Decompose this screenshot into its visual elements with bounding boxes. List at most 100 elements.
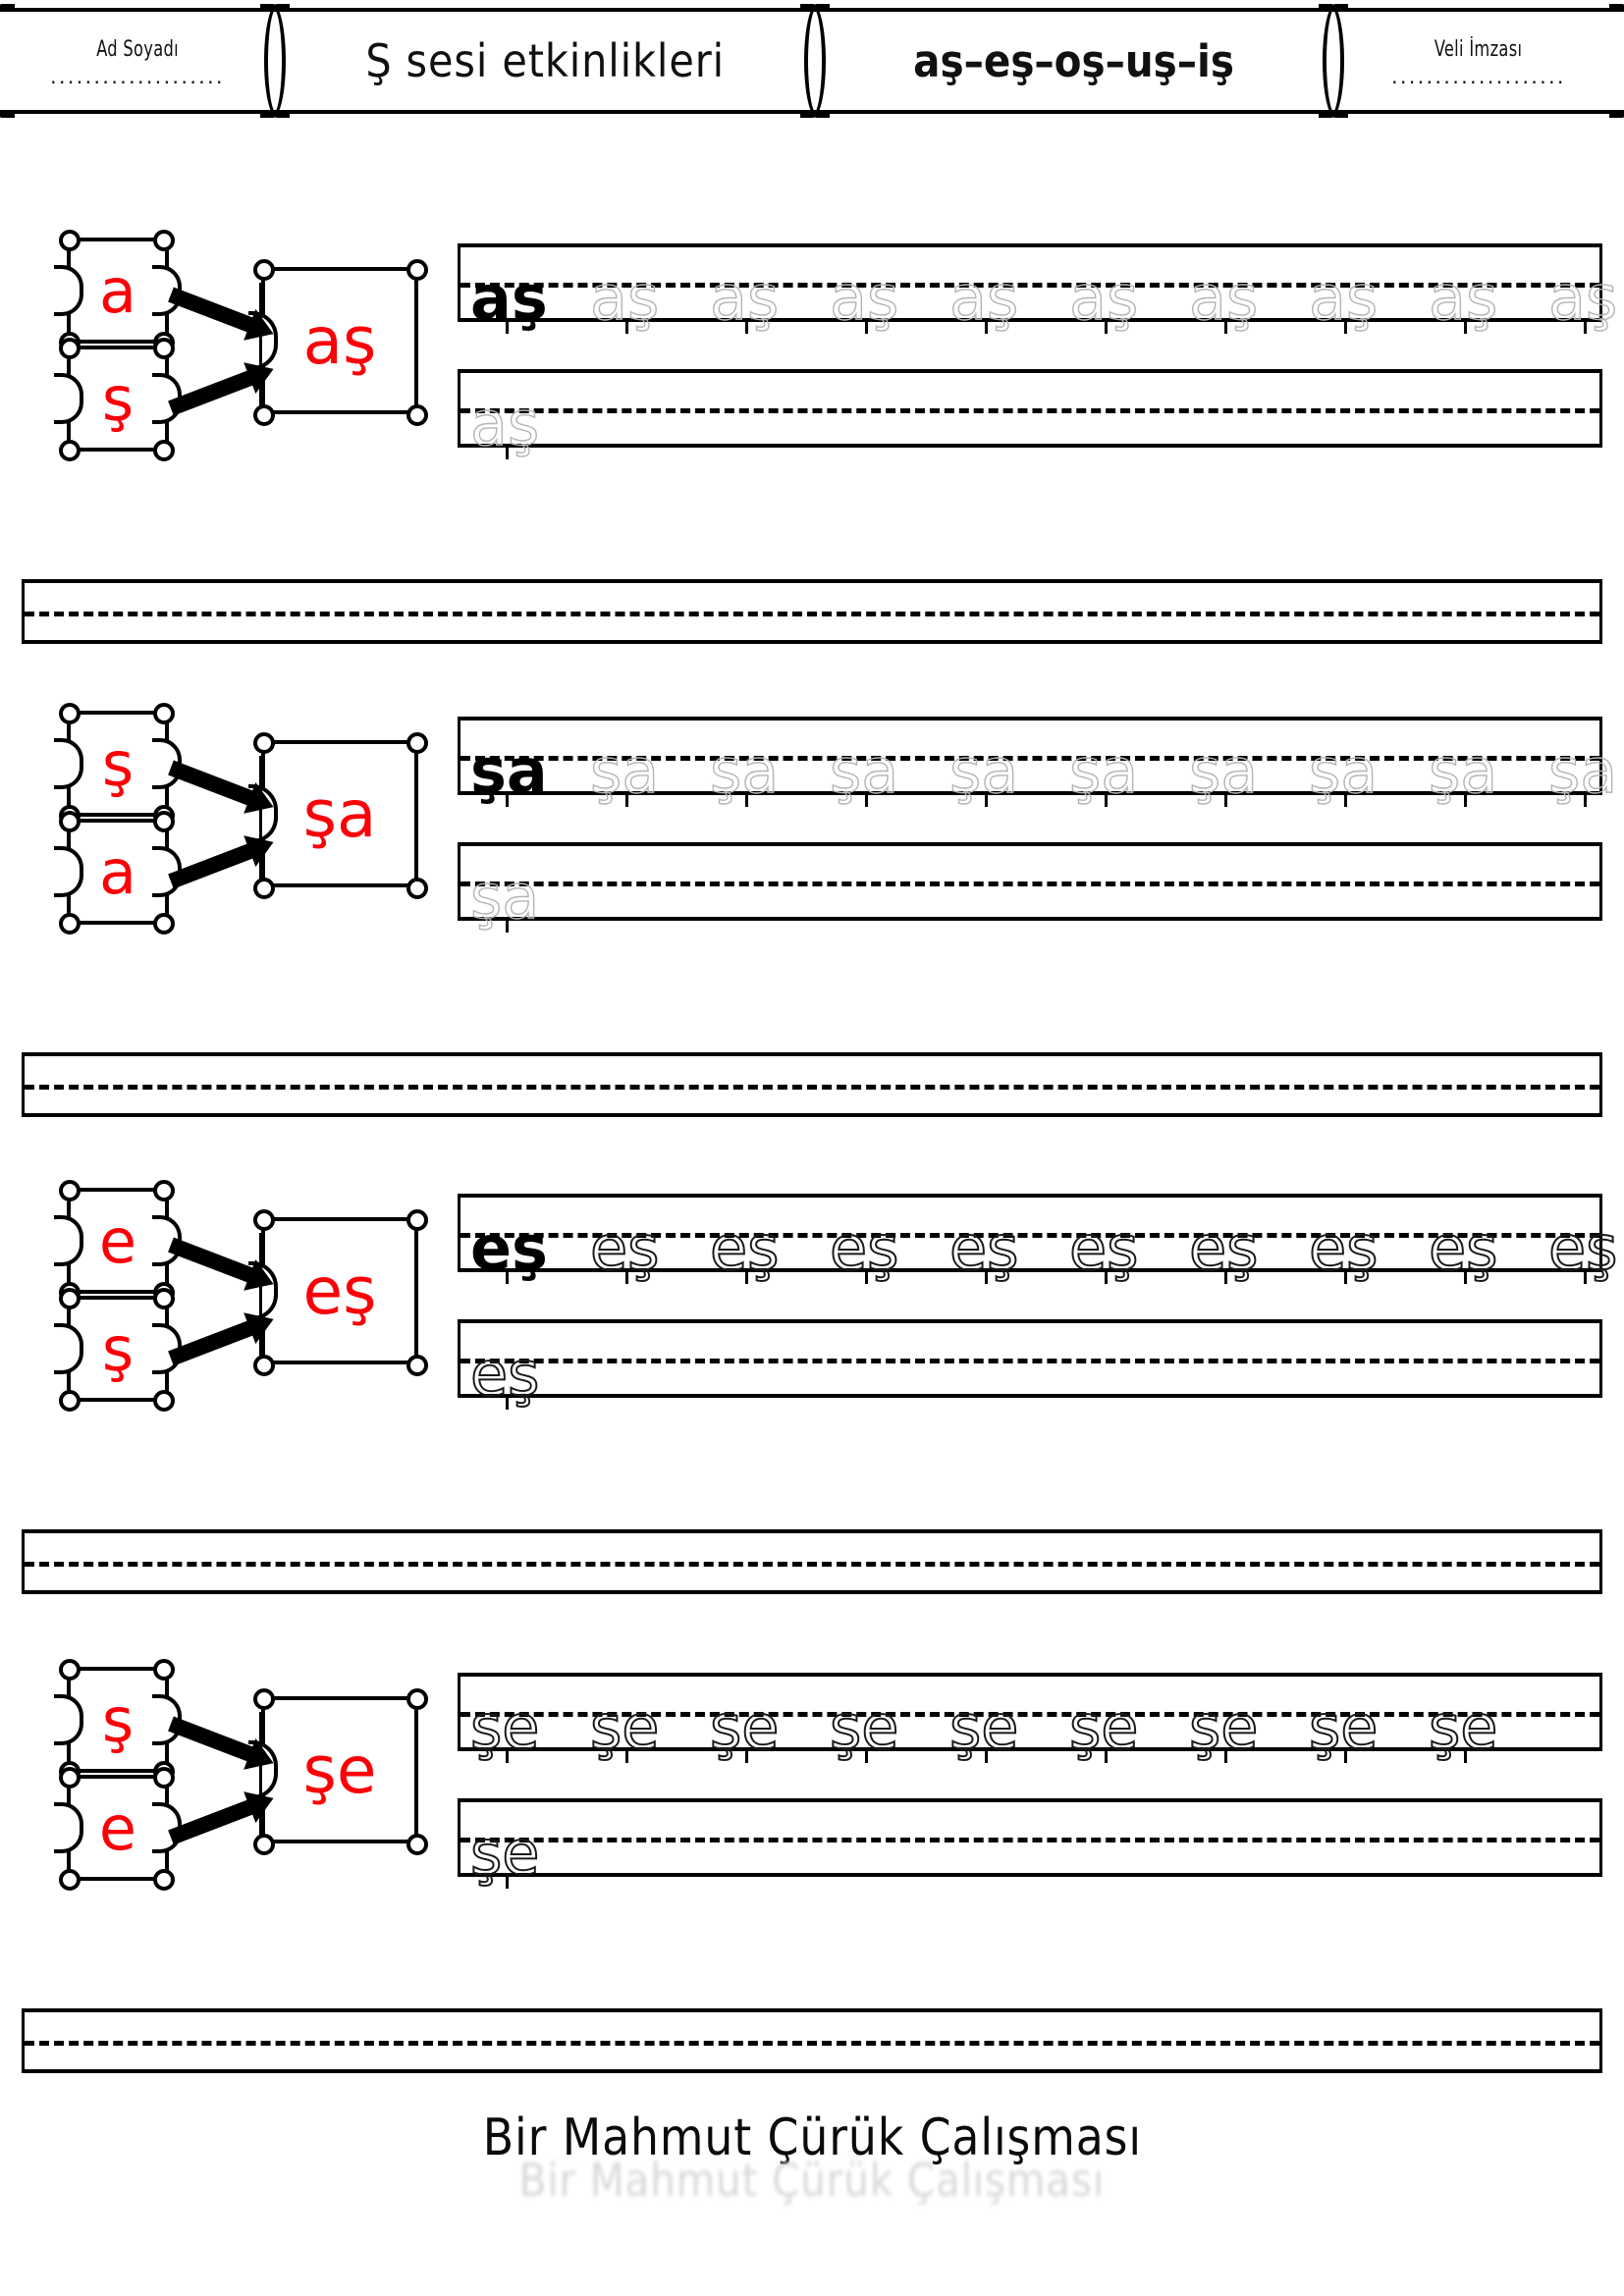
practice-line[interactable]: [22, 2008, 1602, 2073]
writing-line[interactable]: şa: [458, 842, 1602, 933]
baseline-tick: [1429, 1747, 1548, 1765]
puzzle-corner-nib: [59, 1390, 81, 1412]
puzzle-corner-nib: [406, 1355, 428, 1376]
combine-arrow-top: [168, 1716, 258, 1764]
puzzle-corner-nib: [153, 703, 175, 724]
puzzle-corner-nib: [253, 1209, 275, 1231]
writing-line-glyphs: şa: [460, 846, 1599, 928]
baseline-tick: [830, 318, 949, 336]
puzzle-corner-nib: [253, 732, 275, 754]
puzzle-piece-top[interactable]: ş: [67, 711, 169, 817]
baseline-ticks: [460, 1747, 1599, 1765]
baseline-tick: [1189, 318, 1309, 336]
practice-line[interactable]: [22, 579, 1602, 644]
activity-row: e ş eş eş eş eş eş eş eş eş eş eş eş eş: [0, 1176, 1624, 1421]
puzzle-corner-nib: [59, 1659, 81, 1681]
syllable-list: aş–eş–oş–uş–iş: [913, 34, 1235, 87]
puzzle-corner-nib: [59, 338, 81, 359]
worksheet-footer: Bir Mahmut Çürük Çalışması Bir Mahmut Çü…: [0, 2109, 1624, 2207]
baseline-tick: [590, 1268, 710, 1286]
puzzle-piece-top[interactable]: a: [67, 238, 169, 344]
puzzle-corner-nib: [153, 1869, 175, 1891]
baseline-tick: [470, 1873, 590, 1891]
puzzle-corner-nib: [406, 259, 428, 281]
puzzle-piece-bottom[interactable]: ş: [67, 346, 169, 452]
puzzle-corner-nib: [153, 230, 175, 251]
baseline-tick: [1548, 791, 1624, 809]
baseline-ticks: [460, 318, 1599, 336]
writing-line[interactable]: eş: [458, 1319, 1602, 1410]
practice-line[interactable]: [22, 1052, 1602, 1117]
writing-line[interactable]: şe şe şe şe şe şe şe şe şe: [458, 1673, 1602, 1763]
baseline-tick: [1548, 1268, 1624, 1286]
baseline-ticks: [460, 791, 1599, 809]
baseline-tick: [470, 444, 590, 461]
practice-line[interactable]: [22, 1529, 1602, 1594]
baseline-tick: [470, 917, 590, 934]
baseline-tick: [949, 318, 1069, 336]
baseline-tick: [1189, 791, 1309, 809]
baseline-tick: [470, 318, 590, 336]
puzzle-corner-nib: [59, 1180, 81, 1201]
baseline-tick: [1548, 318, 1624, 336]
activity-row: ş a şa şa şa şa şa şa şa şa şa şa şa şa: [0, 699, 1624, 944]
writing-line-glyphs: aş: [460, 373, 1599, 454]
puzzle-corner-nib: [59, 1869, 81, 1891]
puzzle-corner-nib: [406, 878, 428, 899]
writing-line-glyphs: şa şa şa şa şa şa şa şa şa şa: [460, 721, 1618, 802]
header-signature-field[interactable]: Veli İmzası ....................: [1333, 8, 1624, 114]
puzzle-corner-nib: [253, 1355, 275, 1376]
footer-credit-shadow: Bir Mahmut Çürük Çalışması: [518, 2154, 1106, 2207]
baseline-tick: [590, 791, 710, 809]
puzzle-corner-nib: [153, 338, 175, 359]
puzzle-corner-nib: [253, 259, 275, 281]
baseline-ticks: [460, 444, 1599, 461]
puzzle-corner-nib: [153, 1767, 175, 1789]
baseline-tick: [830, 1747, 949, 1765]
puzzle-piece-bottom[interactable]: ş: [67, 1296, 169, 1402]
puzzle-piece-bottom[interactable]: e: [67, 1775, 169, 1881]
worksheet-page: Ad Soyadı .................... Ş sesi et…: [0, 0, 1624, 2296]
puzzle-corner-nib: [59, 440, 81, 461]
baseline-tick: [949, 1747, 1069, 1765]
writing-line[interactable]: aş: [458, 369, 1602, 459]
puzzle-corner-nib: [253, 1834, 275, 1855]
puzzle-piece-result[interactable]: eş: [261, 1217, 418, 1364]
writing-line[interactable]: şe: [458, 1798, 1602, 1889]
puzzle-corner-nib: [153, 1288, 175, 1309]
baseline-tick: [1309, 1268, 1429, 1286]
baseline-tick: [949, 791, 1069, 809]
puzzle-piece-result[interactable]: şa: [261, 740, 418, 887]
writing-line[interactable]: eş eş eş eş eş eş eş eş eş eş: [458, 1194, 1618, 1284]
baseline-tick: [710, 1268, 830, 1286]
baseline-tick: [1309, 1747, 1429, 1765]
puzzle-corner-nib: [253, 878, 275, 899]
writing-line[interactable]: şa şa şa şa şa şa şa şa şa şa: [458, 717, 1618, 807]
puzzle-corner-nib: [253, 404, 275, 426]
syllable-puzzle: ş e şe: [47, 1655, 430, 1891]
puzzle-corner-nib: [406, 1834, 428, 1855]
writing-line-glyphs: eş: [460, 1323, 1599, 1406]
signature-label: Veli İmzası: [1435, 37, 1523, 63]
writing-line[interactable]: aş aş aş aş aş aş aş aş aş aş: [458, 243, 1618, 334]
puzzle-corner-nib: [59, 703, 81, 724]
header-title-box: Ş sesi etkinlikleri: [275, 8, 815, 114]
puzzle-piece-bottom[interactable]: a: [67, 819, 169, 925]
puzzle-piece-result[interactable]: şe: [261, 1696, 418, 1843]
combine-arrow-top: [168, 1237, 258, 1285]
baseline-tick: [1429, 791, 1548, 809]
puzzle-corner-nib: [59, 1288, 81, 1309]
header-syllables-box: aş–eş–oş–uş–iş: [815, 8, 1333, 114]
baseline-tick: [1189, 1747, 1309, 1765]
header-name-field[interactable]: Ad Soyadı ....................: [0, 8, 275, 114]
baseline-tick: [1429, 318, 1548, 336]
puzzle-piece-top[interactable]: ş: [67, 1667, 169, 1773]
baseline-tick: [710, 1747, 830, 1765]
baseline-tick: [1189, 1268, 1309, 1286]
baseline-tick: [830, 1268, 949, 1286]
baseline-tick: [1429, 1268, 1548, 1286]
practice-line-midrule: [25, 612, 1599, 616]
puzzle-piece-result[interactable]: aş: [261, 267, 418, 414]
baseline-tick: [470, 1394, 590, 1412]
puzzle-piece-top[interactable]: e: [67, 1188, 169, 1294]
